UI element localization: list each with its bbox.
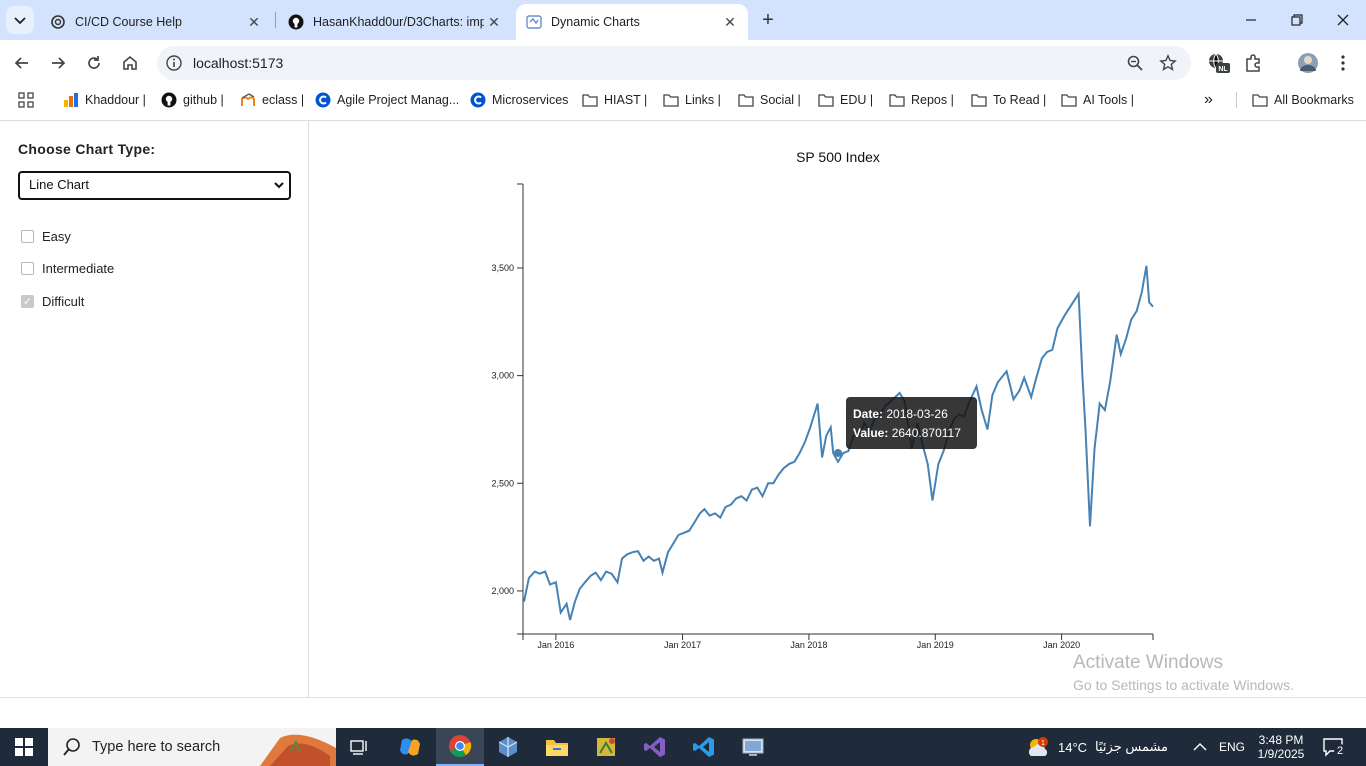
y-tick-label: 2,000 [491, 586, 514, 596]
weather-alert-count: 1 [1041, 740, 1045, 747]
start-button[interactable] [0, 728, 48, 766]
chart-title: SP 500 Index [796, 149, 880, 165]
activate-windows-watermark: Activate Windows Go to Settings to activ… [1073, 652, 1294, 693]
chevron-up-icon [1193, 743, 1207, 751]
chart-tooltip: Date: 2018-03-26 Value: 2640.870117 [846, 397, 977, 449]
task-view-icon [350, 740, 367, 755]
network-tool-icon [597, 738, 615, 756]
language-label: ENG [1219, 740, 1246, 754]
taskbar-remote-desktop[interactable] [729, 728, 777, 766]
taskbar: Type here to search 1 14°C مشمس جزئيًا E… [0, 728, 1366, 766]
clock-date: 1/9/2025 [1257, 747, 1305, 761]
search-icon [63, 738, 80, 756]
windows-logo-icon [15, 738, 33, 756]
clock-time: 3:48 PM [1258, 733, 1304, 747]
notification-count: 2 [1337, 745, 1343, 757]
x-tick-label: Jan 2017 [664, 640, 701, 650]
taskbar-vscode[interactable] [680, 728, 728, 766]
watermark-subtitle: Go to Settings to activate Windows. [1073, 677, 1294, 693]
taskbar-search[interactable]: Type here to search [48, 728, 336, 766]
visual-studio-icon [644, 737, 665, 757]
tray-overflow-button[interactable] [1193, 728, 1207, 766]
tooltip-value: 2640.870117 [891, 426, 961, 440]
taskbar-virtualbox[interactable] [484, 728, 532, 766]
x-tick-label: Jan 2016 [537, 640, 574, 650]
series-line [523, 265, 1154, 621]
notification-center-button[interactable]: 2 [1322, 728, 1346, 766]
watermark-title: Activate Windows [1073, 652, 1223, 673]
notification-icon: 2 [1323, 738, 1346, 757]
x-tick-label: Jan 2020 [1043, 640, 1080, 650]
y-tick-label: 3,000 [491, 371, 514, 381]
taskbar-chrome[interactable] [436, 728, 484, 766]
weather-condition: مشمس جزئيًا [1095, 739, 1169, 754]
taskbar-visual-studio[interactable] [631, 728, 679, 766]
hover-point[interactable] [834, 448, 842, 457]
weather-temp: 14°C [1058, 739, 1088, 755]
taskbar-file-explorer[interactable] [533, 728, 581, 766]
weather-icon: 1 [1029, 737, 1048, 756]
y-tick-label: 2,500 [491, 478, 514, 488]
y-axis: 2,000 2,500 3,000 3,500 [491, 183, 524, 635]
search-placeholder: Type here to search [92, 739, 221, 755]
page-bottom-strip [0, 697, 1366, 728]
remote-desktop-icon [742, 738, 764, 756]
folder-icon [546, 740, 568, 756]
vscode-icon [693, 737, 714, 757]
weather-widget[interactable]: 1 14°C مشمس جزئيًا [1025, 728, 1168, 766]
taskbar-network-tool[interactable] [582, 728, 630, 766]
y-tick-label: 3,500 [491, 263, 514, 273]
language-indicator[interactable]: ENG [1219, 728, 1245, 766]
chrome-icon [449, 735, 472, 757]
virtualbox-icon [498, 737, 518, 757]
clock[interactable]: 3:48 PM 1/9/2025 [1256, 728, 1306, 766]
taskbar-copilot[interactable] [386, 728, 434, 766]
tooltip-value-label: Value: [853, 426, 889, 440]
tooltip-date-value: 2018-03-26 [886, 407, 948, 421]
x-axis: Jan 2016 Jan 2017 Jan 2018 Jan 2019 Jan 2020 [522, 633, 1154, 650]
tooltip-date-label: Date: [853, 407, 884, 421]
x-tick-label: Jan 2018 [790, 640, 827, 650]
x-tick-label: Jan 2019 [917, 640, 954, 650]
search-highlight-icon [260, 734, 336, 766]
copilot-icon [400, 738, 420, 756]
task-view-button[interactable] [336, 728, 384, 766]
